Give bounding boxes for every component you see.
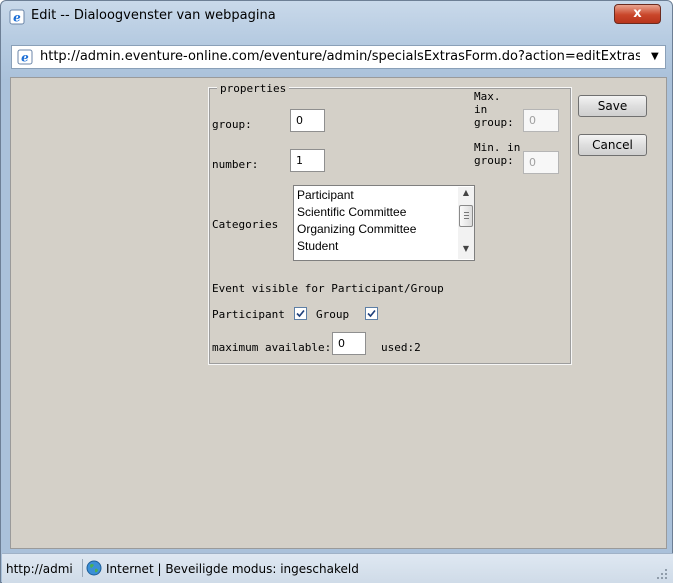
categories-scrollbar[interactable]: ▲ ▼	[458, 187, 474, 259]
resize-grip-icon[interactable]	[656, 568, 668, 580]
max-available-label: maximum available:	[212, 341, 332, 354]
properties-legend: properties	[217, 82, 290, 95]
visibility-heading: Event visible for Participant/Group	[212, 282, 444, 295]
group-checkbox-label: Group	[316, 308, 350, 321]
svg-text:e: e	[21, 51, 29, 65]
address-bar[interactable]: e http://admin.eventure-online.com/event…	[11, 45, 666, 69]
scroll-up-icon[interactable]: ▲	[458, 188, 474, 202]
group-label: group:	[212, 118, 252, 131]
categories-label: Categories	[212, 218, 279, 231]
ie-icon: e	[9, 9, 25, 25]
chevron-down-icon[interactable]: ▼	[651, 51, 659, 62]
participant-checkbox[interactable]	[294, 307, 307, 320]
close-icon: x	[633, 6, 642, 21]
min-in-group-label-2: group:	[474, 154, 514, 167]
page-icon: e	[17, 49, 33, 65]
status-zone: Internet | Beveiligde modus: ingeschakel…	[106, 562, 359, 576]
save-button[interactable]: Save	[578, 95, 647, 117]
group-checkbox[interactable]	[365, 307, 378, 320]
dialog-content: properties group: 0 Max. in group: 0 num…	[10, 77, 667, 549]
scroll-thumb[interactable]	[459, 205, 473, 227]
categories-listbox[interactable]: Participant Scientific Committee Organiz…	[293, 185, 475, 261]
max-in-group-label-1: Max.	[474, 90, 501, 103]
dialog-window: e Edit -- Dialoogvenster van webpagina x…	[0, 0, 673, 583]
number-label: number:	[212, 158, 259, 171]
list-item[interactable]: Participant	[297, 188, 354, 202]
checkmark-icon	[367, 309, 376, 318]
scroll-down-icon[interactable]: ▼	[458, 244, 474, 258]
list-item[interactable]: Organizing Committee	[297, 222, 416, 236]
group-input[interactable]: 0	[290, 109, 325, 132]
list-item[interactable]: Scientific Committee	[297, 205, 406, 219]
title-bar[interactable]: e Edit -- Dialoogvenster van webpagina x	[1, 1, 672, 33]
window-title: Edit -- Dialoogvenster van webpagina	[31, 8, 276, 23]
checkmark-icon	[296, 309, 305, 318]
min-in-group-label-1: Min. in	[474, 141, 521, 154]
svg-text:e: e	[13, 11, 21, 25]
status-url: http://admi	[6, 562, 73, 576]
number-input[interactable]: 1	[290, 149, 325, 172]
max-in-group-label-2: in	[474, 103, 488, 116]
participant-label: Participant	[212, 308, 285, 321]
max-in-group-input[interactable]: 0	[523, 109, 559, 132]
max-available-input[interactable]: 0	[332, 332, 366, 355]
list-item[interactable]: Student	[297, 239, 338, 253]
cancel-button[interactable]: Cancel	[578, 134, 647, 156]
close-button[interactable]: x	[614, 4, 661, 24]
globe-icon	[86, 560, 102, 576]
max-in-group-label-3: group:	[474, 116, 514, 129]
status-bar: http://admi Internet | Beveiligde modus:…	[2, 553, 673, 583]
used-count: used:2	[381, 341, 421, 354]
min-in-group-input[interactable]: 0	[523, 151, 559, 174]
address-url: http://admin.eventure-online.com/eventur…	[40, 49, 640, 64]
